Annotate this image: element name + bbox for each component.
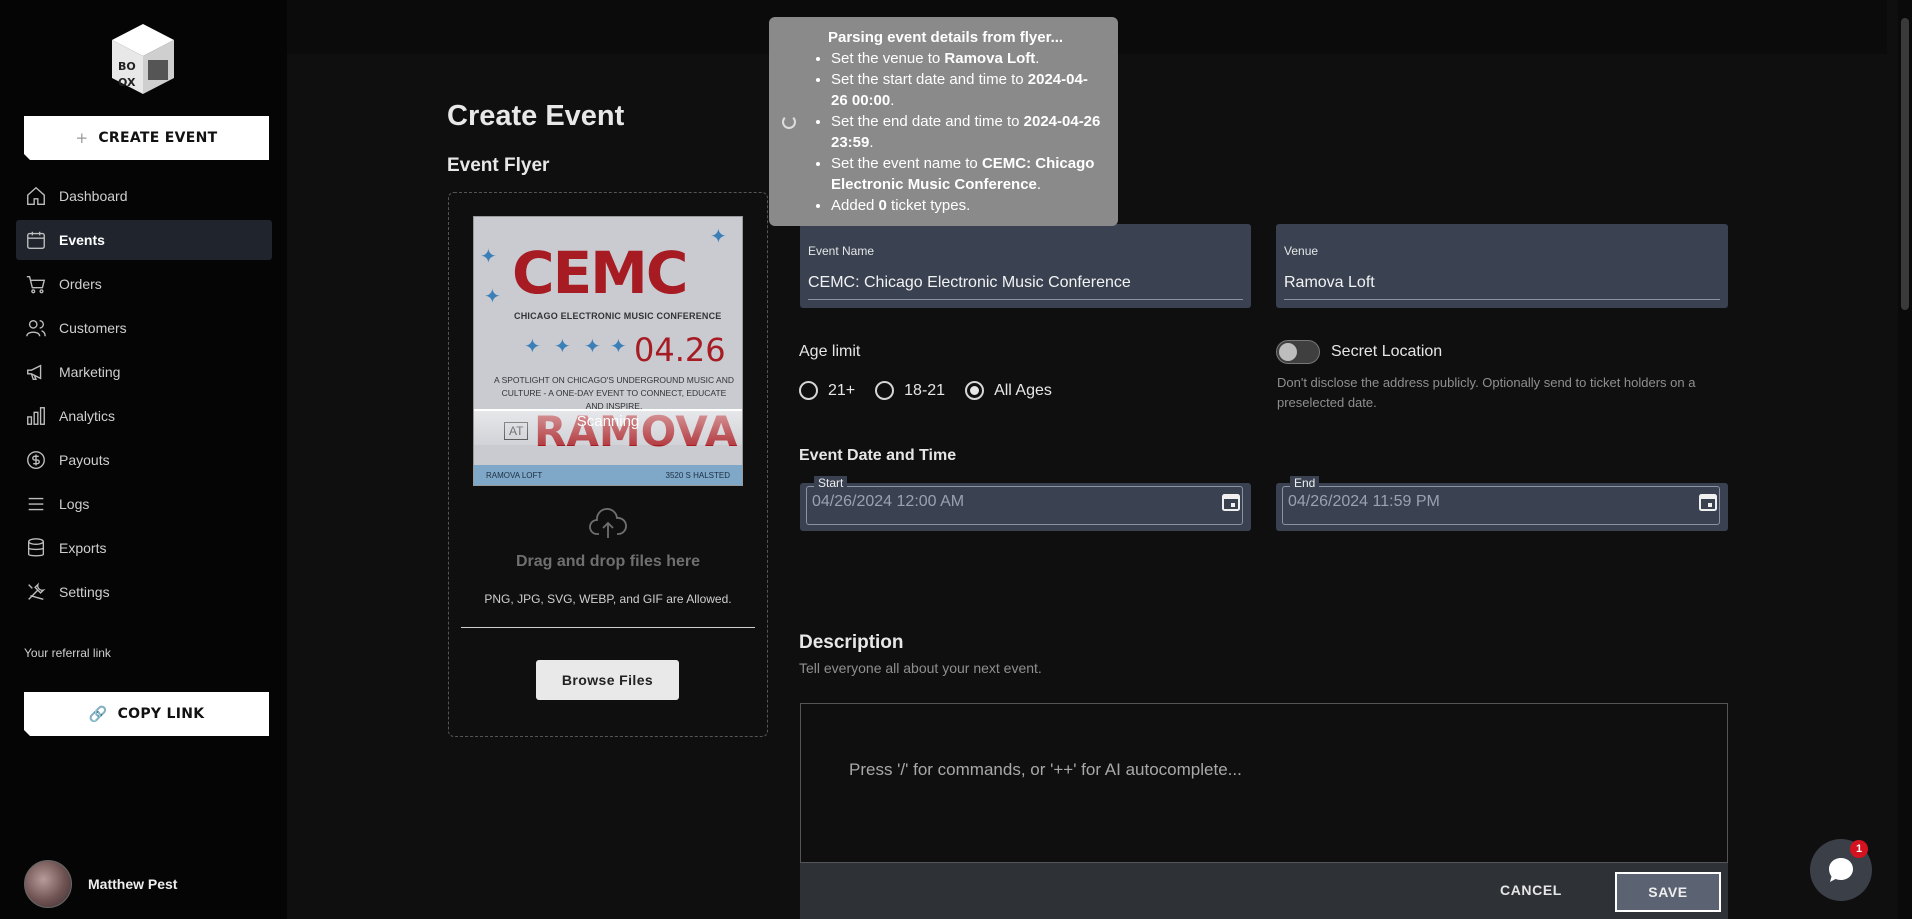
event-name-input[interactable]: CEMC: Chicago Electronic Music Conferenc…: [808, 274, 1131, 292]
user-profile[interactable]: Matthew Pest: [24, 860, 177, 908]
parse-steps-list: Set the venue to Ramova Loft. Set the st…: [831, 48, 1104, 216]
scanning-label: Scanning: [576, 413, 640, 430]
flyer-section-title: Event Flyer: [447, 155, 550, 176]
megaphone-icon: [27, 364, 42, 381]
nav-item-orders[interactable]: Orders: [16, 264, 272, 304]
nav-item-analytics[interactable]: Analytics: [16, 396, 272, 436]
main-nav: Dashboard Events Orders Customers Market…: [16, 176, 272, 616]
database-icon: [27, 538, 45, 557]
users-icon: [26, 319, 46, 337]
list-item: Set the venue to Ramova Loft.: [831, 48, 1104, 69]
end-datetime-field[interactable]: End 04/26/2024 11:59 PM: [1276, 476, 1728, 531]
parsing-status-popup: Parsing event details from flyer... Set …: [769, 17, 1118, 226]
page-title: Create Event: [447, 100, 625, 132]
age-radio-21-plus[interactable]: 21+: [799, 381, 855, 400]
flyer-date: 04.26: [634, 331, 726, 369]
start-datetime-field[interactable]: Start 04/26/2024 12:00 AM: [800, 476, 1251, 531]
svg-text:BO: BO: [118, 60, 136, 73]
nav-item-marketing[interactable]: Marketing: [16, 352, 272, 392]
flyer-subtitle: CHICAGO ELECTRONIC MUSIC CONFERENCE: [514, 311, 722, 321]
dropzone-divider: [461, 627, 755, 628]
tools-icon: [28, 582, 46, 600]
nav-item-dashboard[interactable]: Dashboard: [16, 176, 272, 216]
list-item: Set the start date and time to 2024-04-2…: [831, 69, 1104, 111]
referral-label: Your referral link: [24, 646, 111, 660]
nav-item-payouts[interactable]: Payouts: [16, 440, 272, 480]
description-title: Description: [799, 632, 904, 653]
description-help: Tell everyone all about your next event.: [799, 660, 1042, 676]
bar-chart-icon: [27, 407, 45, 425]
cancel-button[interactable]: CANCEL: [1500, 882, 1562, 898]
calendar-icon: [27, 231, 45, 249]
brand-logo[interactable]: BO OX: [110, 22, 176, 96]
scrollbar-thumb[interactable]: [1901, 18, 1909, 310]
nav-item-settings[interactable]: Settings: [16, 572, 272, 612]
sidebar: BO OX + CREATE EVENT Dashboard Events Or…: [0, 0, 287, 919]
copy-link-button[interactable]: 🔗 COPY LINK: [24, 692, 269, 736]
description-editor[interactable]: Press '/' for commands, or '++' for AI a…: [800, 703, 1728, 863]
secret-location-label: Secret Location: [1331, 343, 1443, 360]
flyer-preview: ✦ ✦ ✦ ✦ ✦ ✦ ✦ CEMC CHICAGO ELECTRONIC MU…: [473, 216, 743, 486]
svg-text:OX: OX: [118, 76, 136, 89]
age-limit-group: 21+ 18-21 All Ages: [799, 381, 1058, 400]
nav-item-events[interactable]: Events: [16, 220, 272, 260]
nav-item-logs[interactable]: Logs: [16, 484, 272, 524]
home-icon: [27, 186, 45, 205]
event-name-field[interactable]: Event Name CEMC: Chicago Electronic Musi…: [800, 224, 1251, 308]
age-radio-18-21[interactable]: 18-21: [875, 381, 945, 400]
flyer-footer: RAMOVA LOFT 3520 S HALSTED: [474, 465, 742, 485]
end-datetime-input[interactable]: 04/26/2024 11:59 PM: [1288, 493, 1440, 511]
cart-icon: [26, 275, 46, 294]
cloud-upload-icon: [589, 508, 627, 538]
age-radio-all-ages[interactable]: All Ages: [965, 381, 1052, 400]
start-datetime-input[interactable]: 04/26/2024 12:00 AM: [812, 493, 964, 511]
dollar-icon: [27, 451, 45, 469]
browse-files-button[interactable]: Browse Files: [536, 660, 679, 700]
flyer-brand: CEMC: [512, 239, 688, 307]
spinner-icon: [782, 115, 796, 129]
nav-item-customers[interactable]: Customers: [16, 308, 272, 348]
list-item: Added 0 ticket types.: [831, 195, 1104, 216]
avatar: [24, 860, 72, 908]
user-name: Matthew Pest: [88, 876, 178, 892]
save-button[interactable]: SAVE: [1615, 872, 1721, 912]
list-item: Set the event name to CEMC: Chicago Elec…: [831, 153, 1104, 195]
age-limit-label: Age limit: [799, 343, 861, 360]
notification-badge: 1: [1850, 840, 1868, 858]
plus-icon: +: [75, 129, 89, 147]
venue-field[interactable]: Venue Ramova Loft: [1276, 224, 1728, 308]
chat-bubble-icon: [1829, 858, 1853, 882]
nav-item-exports[interactable]: Exports: [16, 528, 272, 568]
allowed-formats: PNG, JPG, SVG, WEBP, and GIF are Allowed…: [484, 592, 732, 606]
list-item: Set the end date and time to 2024-04-26 …: [831, 111, 1104, 153]
venue-input[interactable]: Ramova Loft: [1284, 274, 1375, 292]
link-icon: 🔗: [88, 705, 108, 723]
create-event-button[interactable]: + CREATE EVENT: [24, 116, 269, 160]
calendar-picker-icon[interactable]: [1698, 492, 1718, 512]
popup-title: Parsing event details from flyer...: [828, 29, 1064, 46]
calendar-picker-icon[interactable]: [1221, 492, 1241, 512]
list-icon: [28, 497, 44, 511]
secret-location-toggle[interactable]: [1276, 340, 1320, 364]
drag-drop-text: Drag and drop files here: [515, 553, 701, 570]
form-action-bar: [800, 863, 1728, 919]
editor-placeholder: Press '/' for commands, or '++' for AI a…: [849, 760, 1242, 779]
secret-location-help: Don't disclose the address publicly. Opt…: [1277, 375, 1696, 410]
date-time-label: Event Date and Time: [799, 447, 957, 464]
